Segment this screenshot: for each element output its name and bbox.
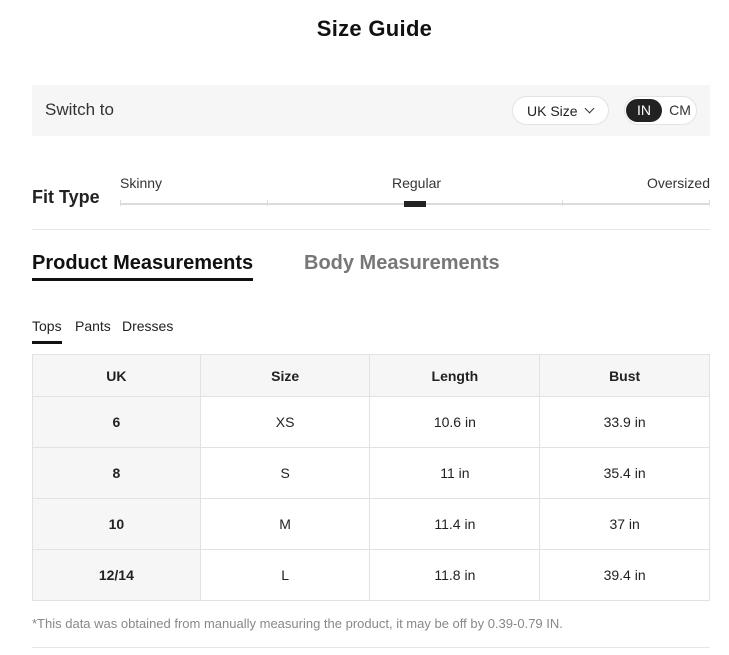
cell-uk: 8: [32, 447, 201, 499]
category-tab-pants[interactable]: Pants: [75, 318, 111, 334]
fit-tick: [562, 200, 563, 206]
fit-selected-marker: [404, 201, 426, 207]
switch-label: Switch to: [45, 100, 114, 119]
unit-cm-button[interactable]: CM: [666, 99, 694, 122]
measurement-footnote: *This data was obtained from manually me…: [32, 616, 563, 631]
cell-length: 10.6 in: [369, 396, 541, 448]
category-tab-dresses[interactable]: Dresses: [122, 318, 173, 334]
cell-length: 11.8 in: [369, 549, 541, 601]
unit-toggle[interactable]: IN CM: [624, 96, 697, 125]
cell-size: XS: [199, 396, 371, 448]
cell-uk: 10: [32, 498, 201, 550]
unit-in-button[interactable]: IN: [626, 99, 662, 122]
fit-option-regular: Regular: [392, 175, 442, 191]
table-header-row: UK Size Length Bust: [32, 354, 710, 397]
tab-body-measurements[interactable]: Body Measurements: [304, 252, 500, 275]
column-header-bust: Bust: [539, 354, 710, 397]
unit-switch-bar: Switch to UK Size IN CM: [32, 85, 710, 136]
table-row: 6 XS 10.6 in 33.9 in: [32, 396, 710, 448]
fit-option-oversized: Oversized: [646, 175, 710, 191]
size-system-value: UK Size: [527, 102, 578, 119]
column-header-uk: UK: [32, 354, 201, 397]
fit-type-scale: Skinny Regular Oversized: [120, 174, 710, 214]
fit-tick: [709, 200, 710, 206]
column-header-size: Size: [199, 354, 371, 397]
fit-option-skinny: Skinny: [120, 175, 163, 191]
divider: [32, 229, 710, 230]
chevron-down-icon: [584, 103, 595, 114]
cell-size: S: [199, 447, 371, 499]
cell-length: 11 in: [369, 447, 541, 499]
fit-tick: [267, 200, 268, 206]
table-row: 8 S 11 in 35.4 in: [32, 447, 710, 499]
cell-length: 11.4 in: [369, 498, 541, 550]
table-row: 12/14 L 11.8 in 39.4 in: [32, 549, 710, 601]
fit-type-label: Fit Type: [32, 187, 100, 207]
page-title: Size Guide: [316, 16, 433, 41]
cell-bust: 37 in: [539, 498, 710, 550]
divider: [32, 647, 710, 648]
cell-bust: 35.4 in: [539, 447, 710, 499]
category-tab-tops[interactable]: Tops: [32, 318, 62, 344]
cell-size: M: [199, 498, 371, 550]
cell-uk: 6: [32, 396, 201, 448]
cell-uk: 12/14: [32, 549, 201, 601]
fit-tick: [120, 200, 121, 206]
size-system-dropdown[interactable]: UK Size: [512, 96, 609, 125]
column-header-length: Length: [369, 354, 541, 397]
cell-bust: 33.9 in: [539, 396, 710, 448]
cell-size: L: [199, 549, 371, 601]
size-table: UK Size Length Bust 6 XS 10.6 in 33.9 in…: [32, 354, 710, 601]
cell-bust: 39.4 in: [539, 549, 710, 601]
table-row: 10 M 11.4 in 37 in: [32, 498, 710, 550]
tab-product-measurements[interactable]: Product Measurements: [32, 252, 254, 281]
